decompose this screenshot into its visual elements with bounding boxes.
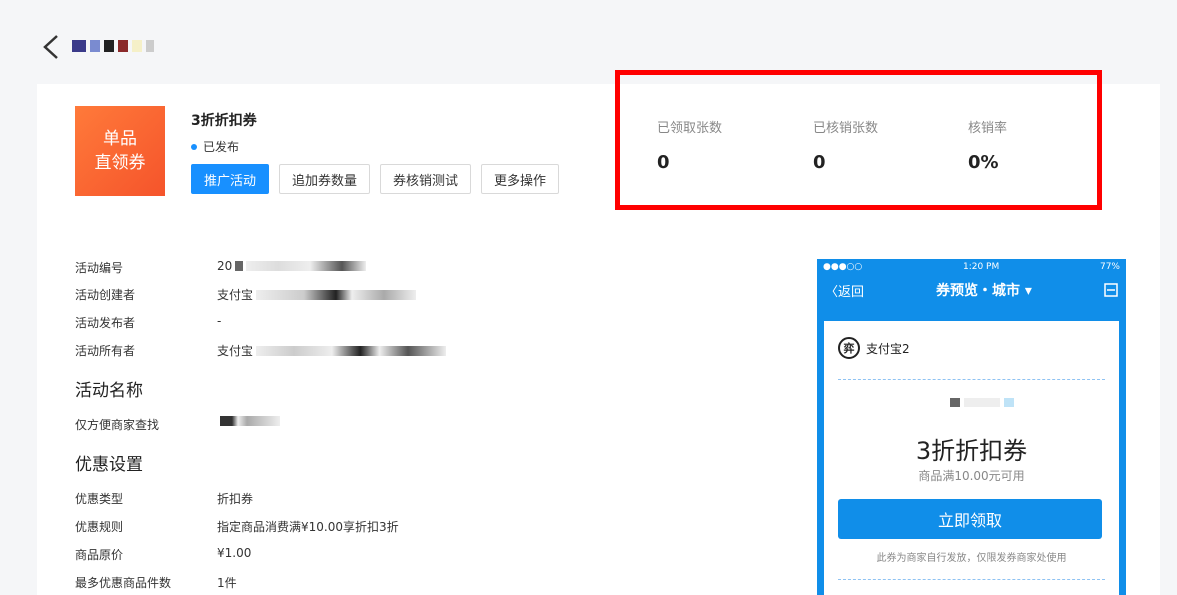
status-dot-icon [191, 143, 197, 150]
divider [838, 379, 1105, 380]
redacted-mosaic [220, 416, 280, 426]
section-activity-name: 活动名称 [75, 381, 143, 401]
stat-redeem-rate: 核销率 0% [968, 121, 1008, 173]
stats-panel: 已领取张数 0 已核销张数 0 核销率 0% [615, 70, 1102, 210]
preview-coupon-condition: 商品满10.00元可用 [918, 469, 1025, 483]
redacted-mosaic [246, 261, 367, 271]
stat-claimed: 已领取张数 0 [657, 121, 723, 173]
divider [838, 579, 1105, 580]
merchant-info: 弈 支付宝2 [838, 337, 910, 359]
section-discount-settings: 优惠设置 [75, 455, 143, 475]
preview-coupon-note: 此券为商家自行发放，仅限发券商家处使用 [876, 553, 1067, 564]
merchant-name: 支付宝2 [866, 341, 910, 356]
action-buttons: 推广活动 追加券数量 券核销测试 更多操作 [191, 164, 560, 194]
status-badge: 已发布 [191, 138, 239, 155]
add-coupon-quantity-button[interactable]: 追加券数量 [279, 164, 371, 194]
redacted-mosaic [256, 345, 447, 356]
redeem-test-button[interactable]: 券核销测试 [380, 164, 472, 194]
coupon-preview-card: 弈 支付宝2 3折折扣券 商品满10.00元可用 立即领取 此券为商家自行发放，… [824, 321, 1119, 595]
phone-back-button[interactable]: 〈返回 [825, 281, 864, 300]
promote-activity-button[interactable]: 推广活动 [191, 164, 270, 194]
redacted-mosaic [235, 261, 244, 271]
phone-status-bar: ●●●○○ 1:20 PM 77% [823, 262, 1120, 272]
redacted-mosaic [950, 398, 1014, 407]
claim-now-button[interactable]: 立即领取 [838, 499, 1102, 539]
more-actions-button[interactable]: 更多操作 [481, 164, 560, 194]
coupon-title: 3折折扣券 [191, 113, 257, 129]
stat-redeemed: 已核销张数 0 [813, 121, 879, 173]
list-icon[interactable] [1104, 283, 1118, 297]
preview-coupon-name: 3折折扣券 [915, 437, 1028, 465]
page-title-redacted [72, 38, 154, 54]
coupon-preview-phone: ●●●○○ 1:20 PM 77% 〈返回 券预览・城市 ▾ 弈 支付宝2 3折 [817, 259, 1126, 595]
chevron-left-icon[interactable] [40, 34, 62, 60]
phone-nav-bar: 〈返回 券预览・城市 ▾ [817, 275, 1126, 305]
coupon-type-badge: 单品 直领券 [75, 106, 165, 196]
merchant-logo-icon: 弈 [838, 337, 860, 359]
coupon-detail-card: 单品 直领券 3折折扣券 已发布 推广活动 追加券数量 券核销测试 更多操作 已… [37, 70, 1160, 595]
phone-nav-title[interactable]: 券预览・城市 ▾ [936, 280, 1032, 300]
redacted-mosaic [256, 289, 417, 300]
